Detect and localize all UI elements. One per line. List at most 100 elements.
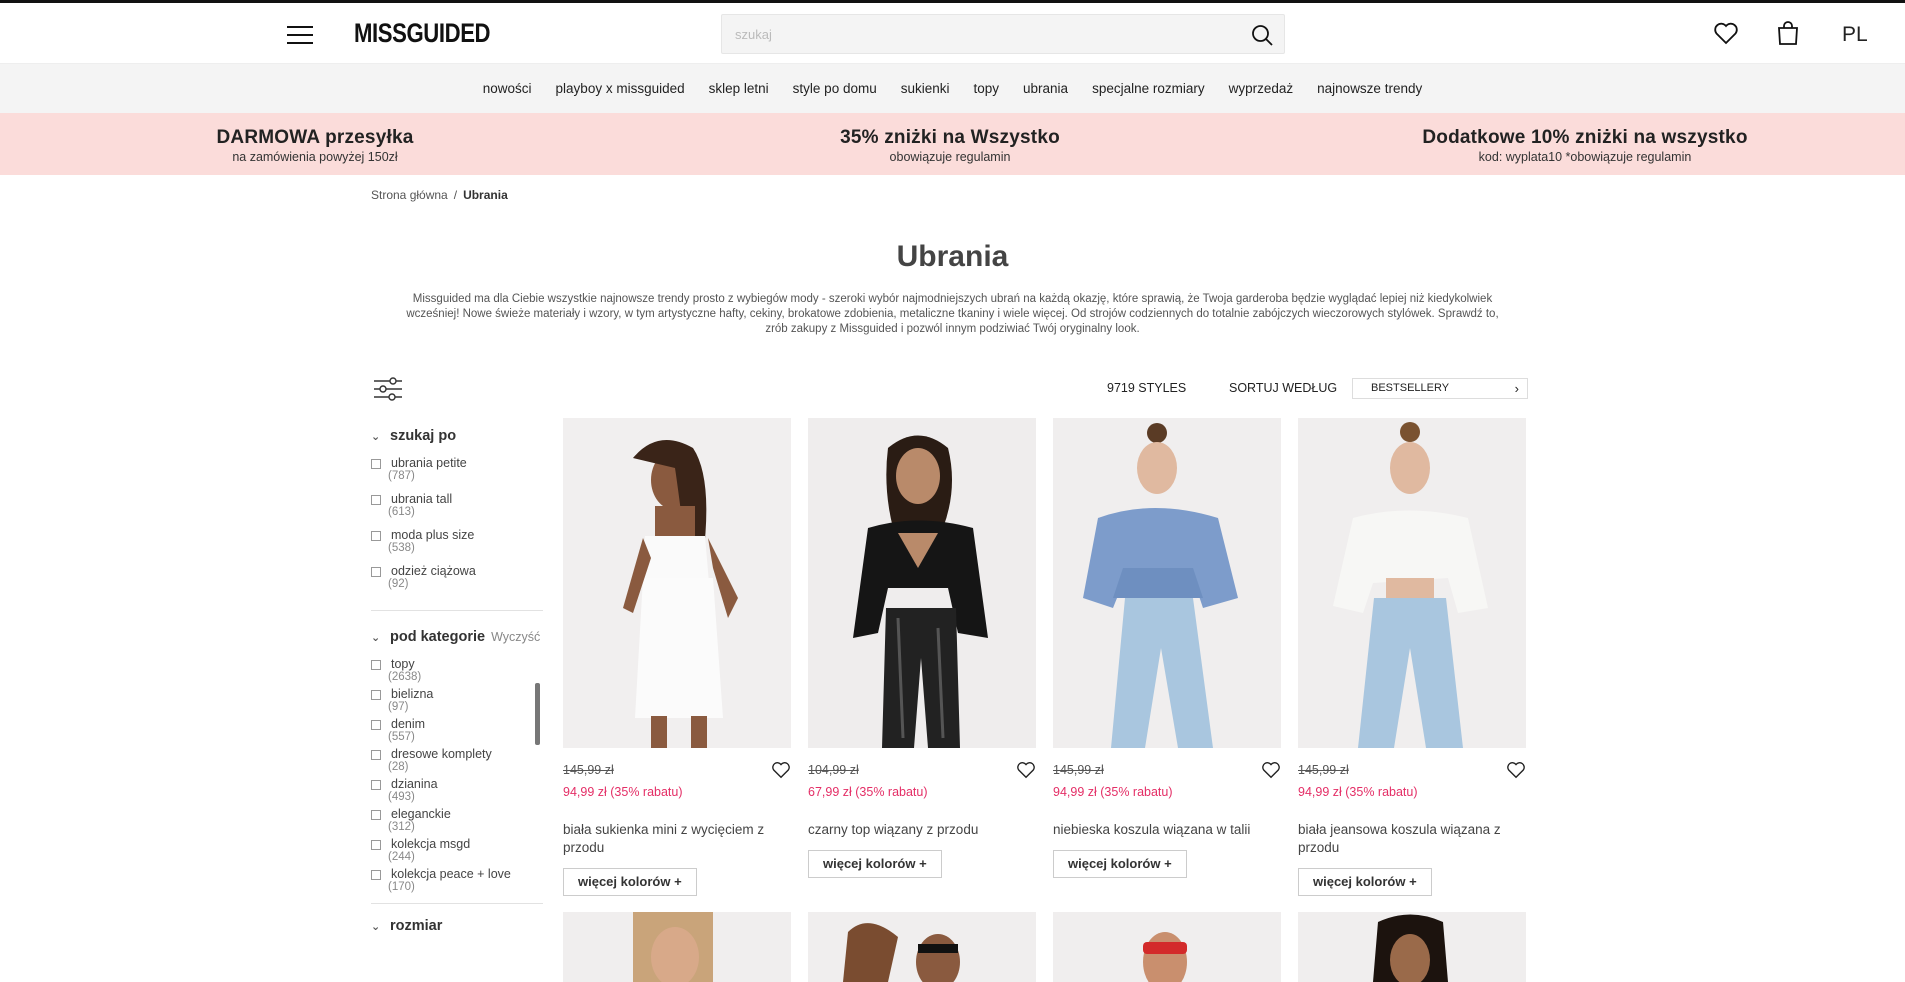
product-image[interactable]	[563, 418, 791, 748]
checkbox[interactable]	[371, 459, 381, 469]
old-price: 145,99 zł	[1053, 763, 1104, 777]
sale-price: 67,99 zł (35% rabatu)	[808, 785, 928, 799]
chevron-right-icon: ›	[1514, 381, 1519, 396]
nav-item-tops[interactable]: topy	[974, 81, 1000, 96]
checkbox[interactable]	[371, 531, 381, 541]
filter-option[interactable]: ubrania petite (787)	[371, 456, 543, 492]
nav-item-special-sizes[interactable]: specjalne rozmiary	[1092, 81, 1205, 96]
logo[interactable]: MISSGUIDED	[354, 18, 491, 49]
page-description: Missguided ma dla Ciebie wszystkie najno…	[406, 293, 1499, 335]
filter-sidebar: ⌄ szukaj po ubrania petite (787) ubrania …	[371, 428, 543, 934]
heart-icon[interactable]	[1016, 760, 1036, 780]
filter-icon[interactable]	[373, 376, 403, 402]
promo-code[interactable]: Dodatkowe 10% zniżki na wszystko kod: wy…	[1405, 127, 1765, 164]
breadcrumb-home[interactable]: Strona główna	[371, 188, 448, 202]
filter-option[interactable]: bielizna (97)	[371, 687, 543, 717]
filter-scrollbar[interactable]	[535, 683, 540, 745]
product-name[interactable]: niebieska koszula wiązana w talii	[1053, 821, 1281, 839]
filter-option[interactable]: kolekcja peace + love (170)	[371, 867, 543, 897]
nav-item-new[interactable]: nowości	[483, 81, 532, 96]
product-image[interactable]	[1298, 912, 1526, 982]
promo-discount[interactable]: 35% zniżki na Wszystko obowiązuje regula…	[800, 127, 1100, 164]
filter-option[interactable]: ubrania tall (613)	[371, 492, 543, 528]
page-title: Ubrania	[896, 240, 1009, 273]
checkbox[interactable]	[371, 495, 381, 505]
search-bar	[721, 14, 1285, 54]
filter-option[interactable]: dresowe komplety (28)	[371, 747, 543, 777]
filter-option[interactable]: odzież ciążowa (92)	[371, 564, 543, 600]
clear-filter-link[interactable]: Wyczyść	[491, 630, 540, 644]
filter-section-subcategory[interactable]: ⌄ pod kategorie Wyczyść	[371, 629, 543, 645]
filter-section-search-by[interactable]: ⌄ szukaj po	[371, 428, 543, 444]
old-price: 104,99 zł	[808, 763, 859, 777]
promo-free-shipping[interactable]: DARMOWA przesyłka na zamówienia powyżej …	[180, 127, 450, 164]
sale-price: 94,99 zł (35% rabatu)	[563, 785, 683, 799]
nav-item-playboy[interactable]: playboy x missguided	[556, 81, 685, 96]
breadcrumb-current: Ubrania	[463, 188, 508, 202]
search-icon[interactable]	[1250, 23, 1274, 47]
checkbox[interactable]	[371, 567, 381, 577]
breadcrumb: Strona główna / Ubrania	[371, 188, 508, 202]
heart-icon[interactable]	[1506, 760, 1526, 780]
more-colors-button[interactable]: więcej kolorów +	[808, 850, 942, 878]
sort-label: SORTUJ WEDŁUG	[1229, 381, 1338, 395]
product-image[interactable]	[808, 912, 1036, 982]
category-nav: nowości playboy x missguided sklep letni…	[0, 63, 1905, 113]
nav-item-clothing[interactable]: ubrania	[1023, 81, 1068, 96]
heart-icon[interactable]	[1713, 21, 1739, 45]
filter-option[interactable]: dzianina (493)	[371, 777, 543, 807]
styles-count: 9719 STYLES	[1107, 381, 1187, 395]
menu-icon[interactable]	[287, 26, 313, 44]
sort-select[interactable]: BESTSELLERY ›	[1352, 378, 1528, 399]
site-header: MISSGUIDED PL	[0, 3, 1905, 63]
checkbox[interactable]	[371, 870, 381, 880]
bag-icon[interactable]	[1776, 21, 1800, 46]
heart-icon[interactable]	[771, 760, 791, 780]
nav-item-trends[interactable]: najnowsze trendy	[1317, 81, 1422, 96]
product-name[interactable]: czarny top wiązany z przodu	[808, 821, 1036, 839]
old-price: 145,99 zł	[1298, 763, 1349, 777]
divider	[371, 903, 543, 904]
checkbox[interactable]	[371, 750, 381, 760]
product-card[interactable]: 145,99 zł 94,99 zł (35% rabatu) biała su…	[563, 418, 791, 896]
product-image[interactable]	[1298, 418, 1526, 748]
heart-icon[interactable]	[1261, 760, 1281, 780]
product-name[interactable]: biała jeansowa koszula wiązana z przodu	[1298, 821, 1526, 857]
nav-item-summer-shop[interactable]: sklep letni	[709, 81, 769, 96]
checkbox[interactable]	[371, 840, 381, 850]
filter-section-size[interactable]: ⌄ rozmiar	[371, 918, 543, 934]
checkbox[interactable]	[371, 690, 381, 700]
chevron-down-icon: ⌄	[371, 920, 381, 933]
product-card[interactable]: 104,99 zł 67,99 zł (35% rabatu) czarny t…	[808, 418, 1036, 878]
sort-value: BESTSELLERY	[1371, 382, 1450, 394]
nav-item-sale[interactable]: wyprzedaż	[1229, 81, 1294, 96]
more-colors-button[interactable]: więcej kolorów +	[1298, 868, 1432, 896]
checkbox[interactable]	[371, 660, 381, 670]
chevron-down-icon: ⌄	[371, 430, 381, 443]
product-card[interactable]: 145,99 zł 94,99 zł (35% rabatu) biała je…	[1298, 418, 1526, 896]
more-colors-button[interactable]: więcej kolorów +	[1053, 850, 1187, 878]
checkbox[interactable]	[371, 780, 381, 790]
product-image[interactable]	[1053, 912, 1281, 982]
old-price: 145,99 zł	[563, 763, 614, 777]
nav-item-dresses[interactable]: sukienki	[901, 81, 950, 96]
language-switch[interactable]: PL	[1842, 23, 1868, 47]
filter-option[interactable]: kolekcja msgd (244)	[371, 837, 543, 867]
checkbox[interactable]	[371, 810, 381, 820]
product-image[interactable]	[563, 912, 791, 982]
filter-option[interactable]: denim (557)	[371, 717, 543, 747]
search-input[interactable]	[722, 15, 1242, 53]
checkbox[interactable]	[371, 720, 381, 730]
more-colors-button[interactable]: więcej kolorów +	[563, 868, 697, 896]
product-name[interactable]: biała sukienka mini z wycięciem z przodu	[563, 821, 791, 857]
chevron-down-icon: ⌄	[371, 631, 381, 644]
sale-price: 94,99 zł (35% rabatu)	[1053, 785, 1173, 799]
product-image[interactable]	[808, 418, 1036, 748]
filter-option[interactable]: moda plus size (538)	[371, 528, 543, 564]
filter-option[interactable]: topy (2638)	[371, 657, 543, 687]
product-image[interactable]	[1053, 418, 1281, 748]
nav-item-home-style[interactable]: style po domu	[793, 81, 877, 96]
product-card[interactable]: 145,99 zł 94,99 zł (35% rabatu) niebiesk…	[1053, 418, 1281, 878]
filter-option[interactable]: eleganckie (312)	[371, 807, 543, 837]
promo-banner: DARMOWA przesyłka na zamówienia powyżej …	[0, 113, 1905, 175]
